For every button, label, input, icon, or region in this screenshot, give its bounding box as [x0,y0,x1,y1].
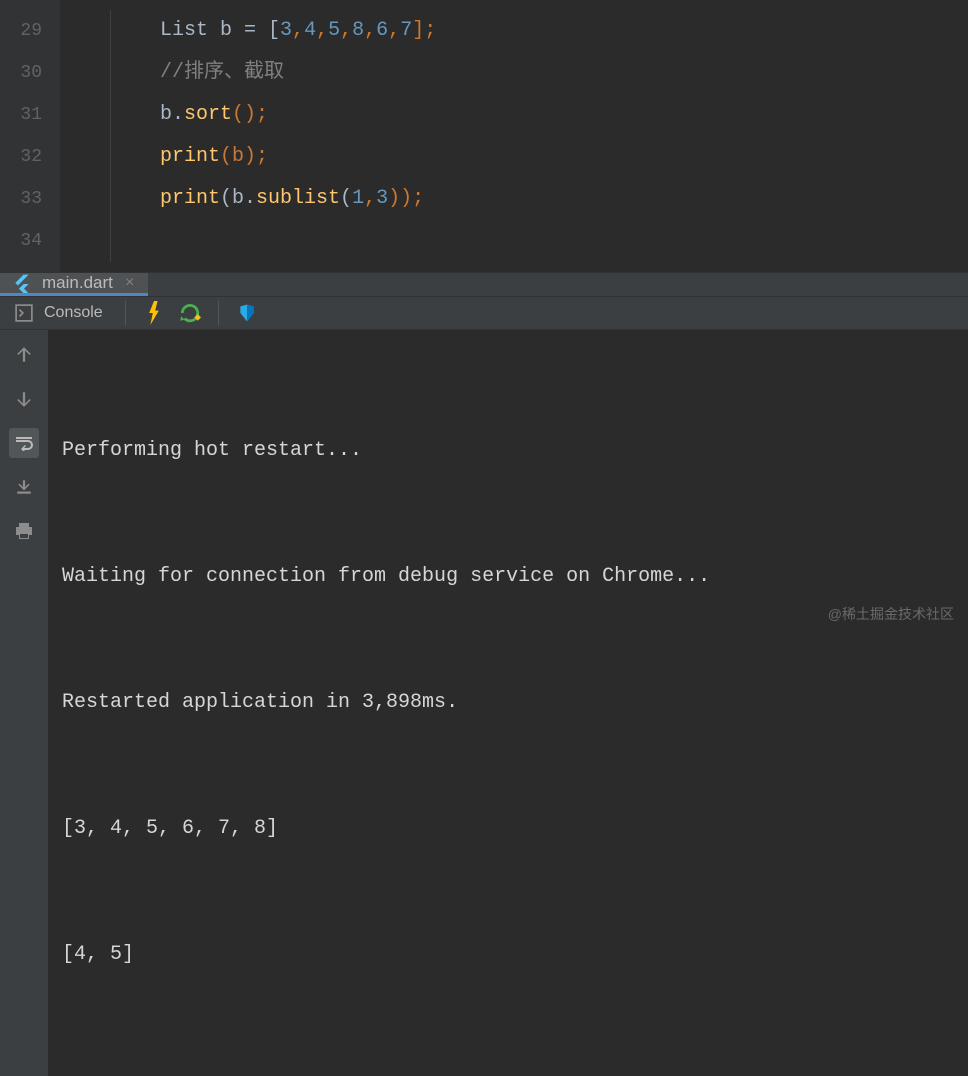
hot-reload-button[interactable] [138,297,170,329]
console-action-bar [0,330,48,1076]
scroll-up-button[interactable] [9,340,39,370]
console-toolbar: Console [0,296,968,330]
tab-filename: main.dart [42,273,113,293]
code-line[interactable]: List b = [3,4,5,8,6,7]; [60,10,968,52]
print-button[interactable] [9,516,39,546]
watermark: @稀土掘金技术社区 [828,604,954,624]
console-line: [3, 4, 5, 6, 7, 8] [62,808,954,850]
code-line[interactable]: print(b); [60,136,968,178]
divider [218,301,219,325]
code-line[interactable] [60,220,968,262]
console-line: [4, 5] [62,934,954,976]
flutter-icon [12,273,32,293]
line-gutter: 29 30 31 32 33 34 [0,0,60,272]
line-number[interactable]: 33 [0,178,60,220]
scroll-down-button[interactable] [9,384,39,414]
console-label: Console [44,304,103,322]
indent-guide [110,10,111,262]
code-content[interactable]: List b = [3,4,5,8,6,7]; //排序、截取 b.sort()… [60,0,968,272]
code-line[interactable]: print(b.sublist(1,3)); [60,178,968,220]
dart-devtools-button[interactable] [231,297,263,329]
line-number[interactable]: 34 [0,220,60,262]
console-panel: Performing hot restart... Waiting for co… [0,330,968,1076]
scroll-to-end-button[interactable] [9,472,39,502]
close-icon[interactable]: × [123,274,137,292]
console-output[interactable]: Performing hot restart... Waiting for co… [48,330,968,1076]
line-number[interactable]: 30 [0,52,60,94]
code-line[interactable]: b.sort(); [60,94,968,136]
line-number[interactable]: 31 [0,94,60,136]
toggle-console-button[interactable] [8,297,40,329]
divider [125,301,126,325]
console-line: Waiting for connection from debug servic… [62,556,954,598]
line-number[interactable]: 32 [0,136,60,178]
debug-tab-main[interactable]: main.dart × [0,273,148,296]
console-line: Restarted application in 3,898ms. [62,682,954,724]
debug-tab-bar: main.dart × [0,272,968,296]
code-editor: 29 30 31 32 33 34 List b = [3,4,5,8,6,7]… [0,0,968,272]
line-number[interactable]: 29 [0,10,60,52]
soft-wrap-button[interactable] [9,428,39,458]
code-line[interactable]: //排序、截取 [60,52,968,94]
console-line: Performing hot restart... [62,430,954,472]
hot-restart-button[interactable] [174,297,206,329]
